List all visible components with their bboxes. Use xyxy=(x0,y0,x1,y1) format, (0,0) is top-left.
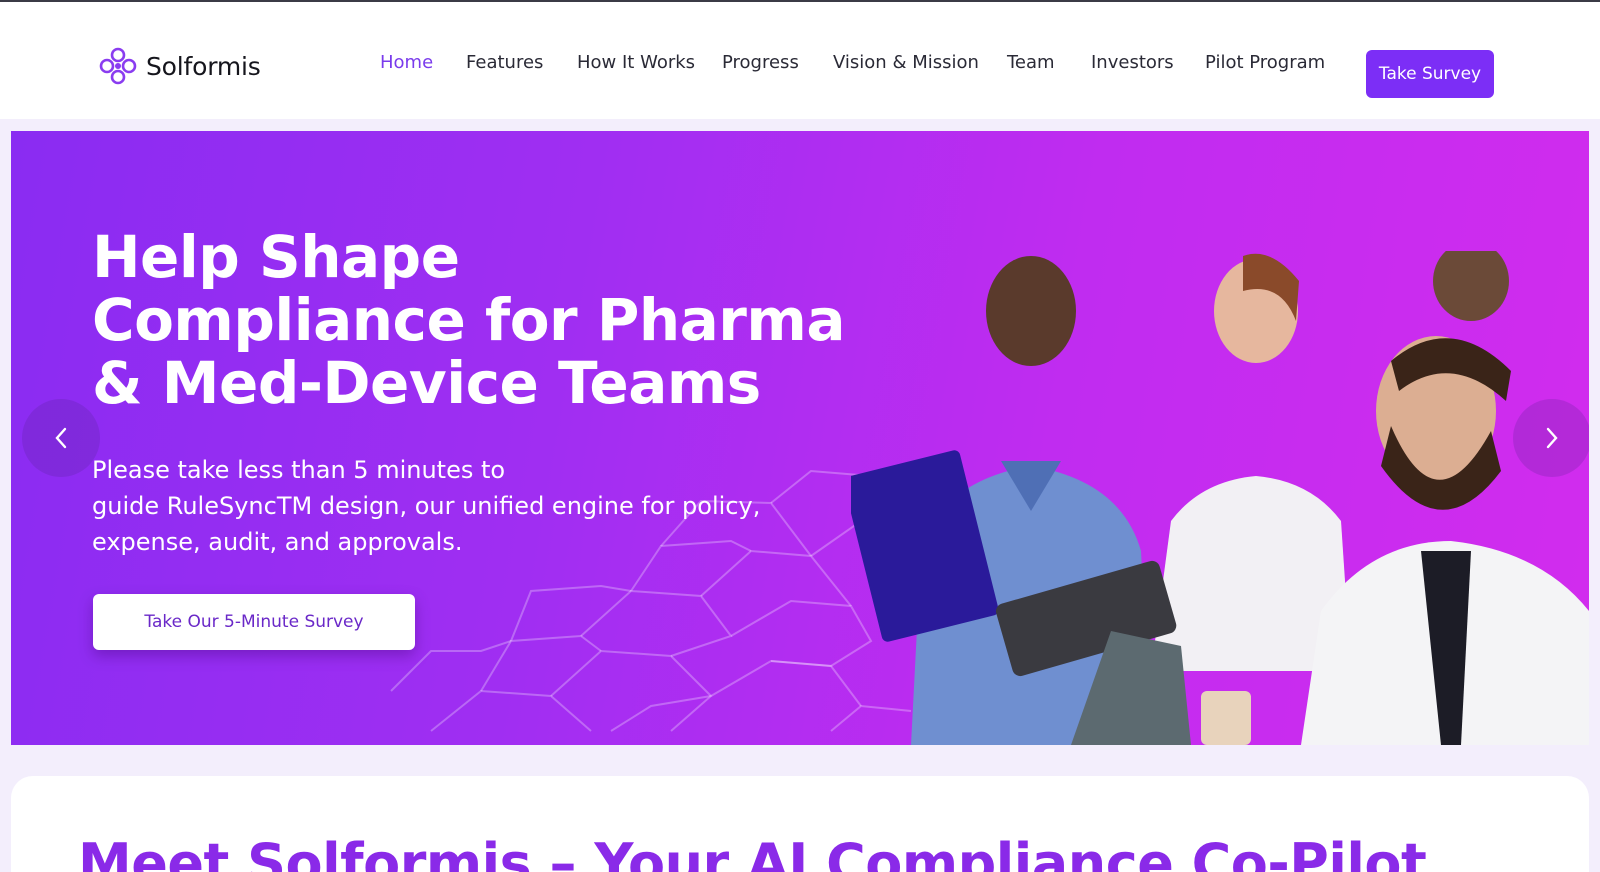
hero-subtitle-line: Please take less than 5 minutes to xyxy=(92,456,506,484)
nav-team[interactable]: Team xyxy=(1007,52,1055,73)
hero-title: Help Shape Compliance for Pharma & Med-D… xyxy=(92,226,912,415)
hero-title-line: Compliance for Pharma xyxy=(92,286,845,354)
carousel-prev-button[interactable] xyxy=(22,399,100,477)
logo[interactable]: Solformis xyxy=(96,46,261,86)
nav-features[interactable]: Features xyxy=(466,52,543,73)
intro-section: Meet Solformis – Your AI Compliance Co-P… xyxy=(11,776,1589,872)
nav-pilot-program[interactable]: Pilot Program xyxy=(1205,52,1325,73)
hero-title-line: & Med-Device Teams xyxy=(92,349,761,417)
solformis-logo-icon xyxy=(99,47,137,85)
nav-how-it-works[interactable]: How It Works xyxy=(577,52,695,73)
brand-name: Solformis xyxy=(146,51,261,81)
nav-investors[interactable]: Investors xyxy=(1091,52,1174,73)
carousel-next-button[interactable] xyxy=(1513,399,1589,477)
hero-banner: Help Shape Compliance for Pharma & Med-D… xyxy=(11,131,1589,745)
take-5-minute-survey-button[interactable]: Take Our 5-Minute Survey xyxy=(93,594,415,650)
site-header: Solformis Home Features How It Works Pro… xyxy=(0,2,1600,119)
hero-title-line: Help Shape xyxy=(92,223,460,291)
chevron-left-icon xyxy=(55,427,67,449)
nav-progress[interactable]: Progress xyxy=(722,52,799,73)
hero-subtitle: Please take less than 5 minutes to guide… xyxy=(92,452,872,560)
take-survey-button[interactable]: Take Survey xyxy=(1366,50,1494,98)
nav-vision-mission[interactable]: Vision & Mission xyxy=(833,52,979,73)
chevron-right-icon xyxy=(1546,427,1558,449)
nav-home[interactable]: Home xyxy=(380,52,433,73)
hero-subtitle-line: guide RuleSyncTM design, our unified eng… xyxy=(92,492,761,520)
hero-subtitle-line: expense, audit, and approvals. xyxy=(92,528,463,556)
section-heading: Meet Solformis – Your AI Compliance Co-P… xyxy=(78,832,1427,872)
healthcare-team-photo xyxy=(851,251,1589,745)
